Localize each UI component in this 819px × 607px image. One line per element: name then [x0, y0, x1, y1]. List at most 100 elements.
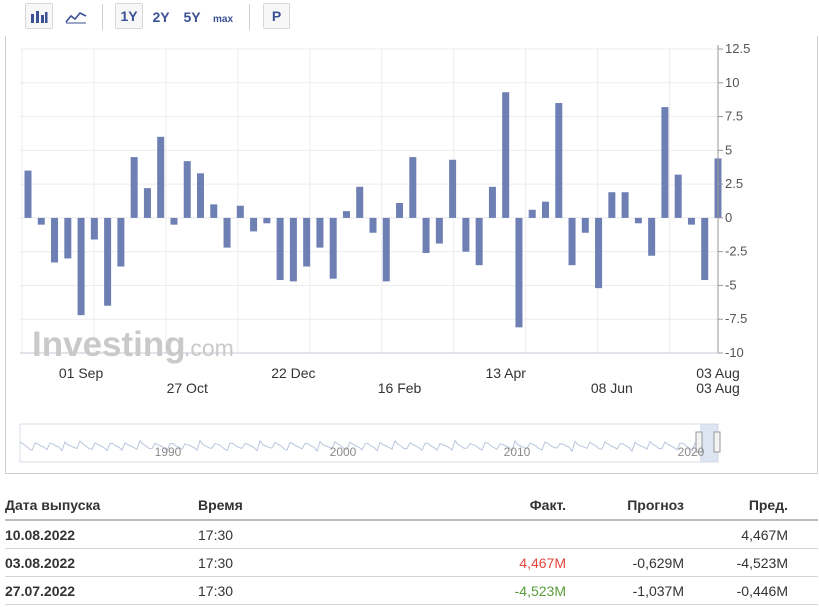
header-forecast[interactable]: Прогноз [627, 490, 684, 519]
y-tick-label: 7.5 [725, 109, 743, 124]
y-tick-label: 2.5 [725, 176, 743, 191]
bar [289, 217, 297, 282]
watermark-suffix: .com [184, 335, 234, 361]
row-actual: 4,467M [519, 554, 566, 571]
bar [342, 211, 350, 218]
bar [449, 159, 457, 218]
navigator-year-label: 2020 [678, 445, 705, 459]
investing-watermark: Investing .com [32, 325, 234, 364]
navigator-handle-right [713, 431, 721, 453]
y-tick-label: 5 [725, 142, 732, 157]
row-previous: -0,446M [736, 582, 788, 599]
bar [303, 217, 311, 267]
x-tick-label: 03 Aug [696, 380, 740, 396]
header-time[interactable]: Время [198, 490, 243, 519]
row-date: 03.08.2022 [5, 554, 76, 571]
bar [488, 186, 496, 218]
table-row: 10.08.2022 17:30 4,467M [5, 521, 818, 549]
bar [143, 188, 151, 218]
bar [581, 217, 589, 233]
bar [51, 217, 59, 263]
bar [197, 173, 204, 218]
table-header: Дата выпуска Время Факт. Прогноз Пред. [5, 490, 818, 521]
bar [674, 174, 682, 218]
row-forecast: -1,037M [632, 582, 684, 599]
watermark-brand: Investing [32, 325, 186, 364]
y-tick-label: 12.5 [725, 41, 750, 56]
header-previous[interactable]: Пред. [749, 490, 788, 519]
bar [621, 192, 629, 218]
bar [276, 217, 284, 281]
bar [183, 161, 191, 218]
time-navigator[interactable]: 1990 2000 2010 2020 [19, 423, 721, 463]
header-actual[interactable]: Факт. [530, 490, 566, 519]
bar [356, 186, 364, 218]
bar [568, 217, 576, 266]
bar [462, 217, 470, 252]
navigator-year-label: 2010 [504, 445, 531, 459]
navigator-year-label: 1990 [155, 445, 182, 459]
bar [369, 217, 377, 233]
bar [475, 217, 483, 266]
bar [687, 217, 695, 225]
bar [37, 217, 45, 225]
bar [223, 217, 231, 248]
bar-chart: 12.5 10 7.5 5 2.5 0 -2.5 -5 -7.5 -10 01 Sep 27 Oct… [19, 41, 750, 463]
bar [170, 217, 178, 225]
bar [117, 217, 125, 267]
bar [396, 203, 404, 218]
bar [263, 217, 271, 224]
bar [130, 157, 138, 218]
bar [542, 201, 549, 218]
bar [701, 217, 709, 281]
x-tick-label: 03 Aug [696, 365, 740, 381]
navigator-year-label: 2000 [330, 445, 357, 459]
x-tick-label: 08 Jun [591, 380, 633, 396]
y-tick-label: -10 [725, 345, 744, 360]
bar [608, 192, 616, 218]
bar [77, 217, 85, 316]
bar [250, 217, 258, 232]
bar [409, 157, 417, 218]
row-date: 10.08.2022 [5, 526, 76, 543]
y-tick-label: -2.5 [725, 244, 747, 259]
bar [502, 92, 510, 218]
x-tick-label: 27 Oct [167, 380, 208, 396]
y-tick-label: 10 [725, 75, 739, 90]
row-previous: 4,467M [741, 526, 788, 543]
row-time: 17:30 [198, 582, 234, 599]
bar [595, 217, 603, 289]
history-table: Дата выпуска Время Факт. Прогноз Пред. 1… [5, 490, 818, 605]
row-time: 17:30 [198, 554, 234, 571]
bar [210, 204, 218, 218]
bar [555, 103, 563, 218]
x-tick-label: 16 Feb [378, 380, 422, 396]
bar [24, 170, 32, 218]
row-date: 27.07.2022 [5, 582, 76, 599]
table-row: 03.08.2022 17:30 4,467M -0,629M -4,523M [5, 549, 818, 577]
table-row: 27.07.2022 17:30 -4,523M -1,037M -0,446M [5, 577, 818, 605]
bar [382, 217, 390, 282]
row-time: 17:30 [198, 526, 234, 543]
header-date[interactable]: Дата выпуска [5, 490, 100, 519]
bar [515, 217, 523, 328]
y-tick-label: 0 [725, 210, 732, 225]
bar [64, 217, 72, 259]
y-tick-label: -5 [725, 277, 737, 292]
bar [435, 217, 443, 244]
bar [648, 217, 656, 256]
y-axis: 12.5 10 7.5 5 2.5 0 -2.5 -5 -7.5 -10 [20, 41, 750, 360]
bar [316, 217, 324, 248]
x-tick-label: 01 Sep [59, 365, 104, 381]
bar [236, 205, 244, 218]
row-forecast: -0,629M [632, 554, 684, 571]
bar [528, 209, 536, 218]
x-tick-label: 13 Apr [485, 365, 526, 381]
row-actual: -4,523M [514, 582, 566, 599]
chart-bars [24, 92, 722, 328]
bar [422, 217, 430, 254]
row-previous: -4,523M [736, 554, 788, 571]
x-tick-label: 22 Dec [271, 365, 315, 381]
bar [634, 217, 642, 224]
bar [90, 217, 98, 240]
